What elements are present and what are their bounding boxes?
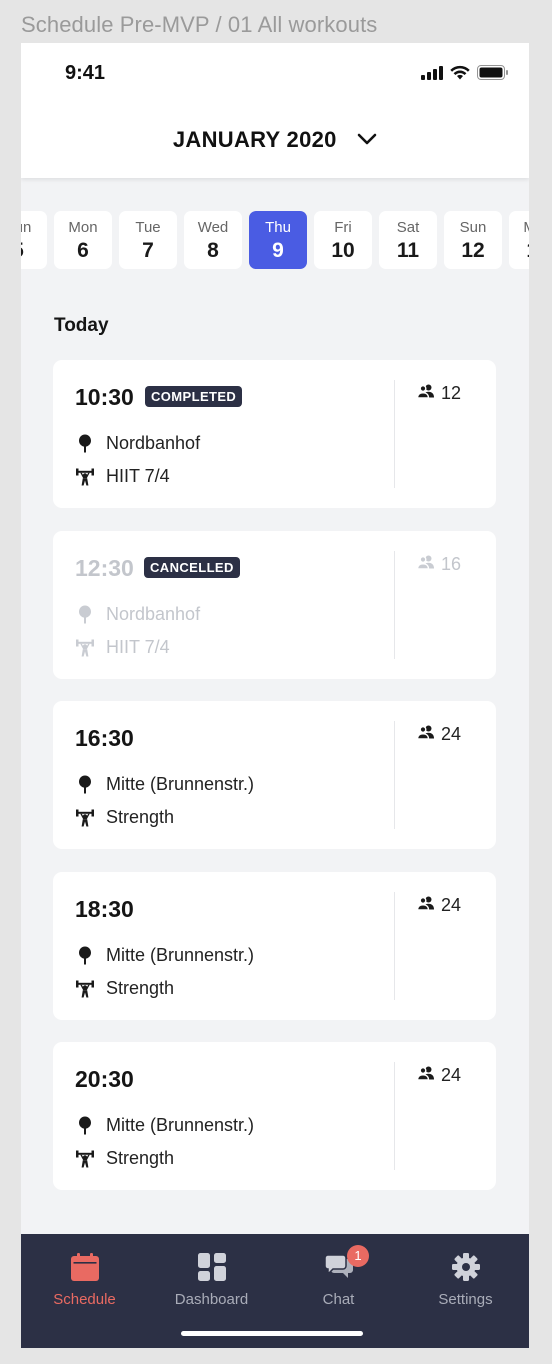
wifi-icon xyxy=(450,65,470,80)
day-item[interactable]: Mon 6 xyxy=(54,211,112,269)
workout-time: 18:30 xyxy=(75,896,134,922)
status-time: 9:41 xyxy=(65,62,106,84)
workout-time: 16:30 xyxy=(75,725,134,751)
day-item[interactable]: Mon 13 xyxy=(509,211,529,269)
phone-screen: 9:41 JANUARY 2020 n Mon 6 Tue 7 Wed 8 Th… xyxy=(21,43,529,1348)
people-icon xyxy=(416,555,435,575)
gear-icon xyxy=(451,1253,480,1281)
people-icon xyxy=(416,725,435,745)
day-item[interactable]: Sun 5 xyxy=(21,211,47,269)
day-item[interactable]: Wed 8 xyxy=(184,211,242,269)
attendee-count: 12 xyxy=(416,383,461,404)
top-bar: 9:41 JANUARY 2020 xyxy=(21,43,529,178)
tree-icon xyxy=(76,946,94,966)
day-date: 11 xyxy=(396,239,420,262)
workout-card[interactable]: 20:30 Mitte (Brunnenstr.) Strength 24 xyxy=(53,1042,496,1190)
day-name: Fri xyxy=(334,219,352,236)
day-item[interactable]: Sat 11 xyxy=(379,211,437,269)
weightlifter-icon xyxy=(76,808,94,828)
workout-location: Nordbanhof xyxy=(76,604,200,625)
workout-program: HIIT 7/4 xyxy=(76,466,170,487)
workout-card[interactable]: 10:30 COMPLETED Nordbanhof HIIT 7/4 12 xyxy=(53,360,496,508)
day-name: Sun xyxy=(21,219,32,236)
workout-location: Mitte (Brunnenstr.) xyxy=(76,945,254,966)
month-selector[interactable]: JANUARY 2020 xyxy=(21,127,529,153)
dashboard-icon xyxy=(197,1253,226,1281)
frame-title: Schedule Pre-MVP / 01 All workouts xyxy=(21,12,378,37)
home-indicator xyxy=(181,1331,363,1336)
status-badge-cancelled: CANCELLED xyxy=(144,557,240,578)
month-label: JANUARY 2020 xyxy=(172,127,337,152)
attendee-count: 24 xyxy=(416,724,461,745)
tab-dashboard[interactable]: Dashboard xyxy=(148,1252,275,1308)
day-date: 9 xyxy=(272,239,284,262)
workout-card[interactable]: 18:30 Mitte (Brunnenstr.) Strength 24 xyxy=(53,872,496,1020)
workout-card[interactable]: 16:30 Mitte (Brunnenstr.) Strength 24 xyxy=(53,701,496,849)
tab-schedule[interactable]: Schedule xyxy=(21,1252,148,1308)
weightlifter-icon xyxy=(76,638,94,658)
chevron-down-icon xyxy=(357,133,377,145)
card-divider xyxy=(394,551,395,659)
day-date: 7 xyxy=(142,239,154,262)
day-item[interactable]: Tue 7 xyxy=(119,211,177,269)
workout-location: Nordbanhof xyxy=(76,433,200,454)
status-icons xyxy=(421,65,509,80)
day-item-selected[interactable]: Thu 9 xyxy=(249,211,307,269)
tree-icon xyxy=(76,1116,94,1136)
signal-icon xyxy=(421,65,443,80)
day-date: 6 xyxy=(77,239,89,262)
people-icon xyxy=(416,896,435,916)
day-date: 5 xyxy=(21,240,47,262)
weightlifter-icon xyxy=(76,467,94,487)
day-name: Mon xyxy=(509,219,529,236)
tree-icon xyxy=(76,434,94,454)
tree-icon xyxy=(76,775,94,795)
day-date: 12 xyxy=(461,239,485,262)
tab-settings[interactable]: Settings xyxy=(402,1252,529,1308)
status-badge-completed: COMPLETED xyxy=(145,386,243,407)
day-name: Sun xyxy=(459,219,487,236)
section-label-today: Today xyxy=(54,315,109,336)
workout-program: HIIT 7/4 xyxy=(76,637,170,658)
day-name: Wed xyxy=(197,219,229,236)
workout-time: 20:30 xyxy=(75,1066,134,1092)
day-date: 10 xyxy=(331,239,355,262)
card-divider xyxy=(394,380,395,488)
workout-time: 12:30 xyxy=(75,555,134,581)
tab-chat[interactable]: 1 Chat xyxy=(275,1245,402,1308)
day-date: 13 xyxy=(509,240,529,262)
day-item[interactable]: Fri 10 xyxy=(314,211,372,269)
workout-program: Strength xyxy=(76,807,174,828)
calendar-icon xyxy=(70,1253,99,1281)
card-divider xyxy=(394,721,395,829)
day-strip[interactable]: Sun 5 Mon 6 Tue 7 Wed 8 Thu 9 Fri 10 Sat… xyxy=(21,211,529,271)
day-date: 8 xyxy=(207,239,219,262)
attendee-count: 24 xyxy=(416,895,461,916)
people-icon xyxy=(416,384,435,404)
weightlifter-icon xyxy=(76,979,94,999)
day-name: Tue xyxy=(135,219,161,236)
attendee-count: 24 xyxy=(416,1065,461,1086)
day-name: Thu xyxy=(265,219,291,236)
day-name: Sat xyxy=(396,219,420,236)
people-icon xyxy=(416,1066,435,1086)
workout-card-cancelled[interactable]: 12:30 CANCELLED Nordbanhof HIIT 7/4 16 xyxy=(53,531,496,679)
chat-unread-badge: 1 xyxy=(347,1245,369,1267)
day-name: Mon xyxy=(68,219,98,236)
workout-location: Mitte (Brunnenstr.) xyxy=(76,1115,254,1136)
workout-program: Strength xyxy=(76,1148,174,1169)
tab-bar: Schedule Dashboard 1 Chat Settings xyxy=(21,1234,529,1348)
workout-program: Strength xyxy=(76,978,174,999)
tree-icon xyxy=(76,605,94,625)
attendee-count: 16 xyxy=(416,554,461,575)
workout-location: Mitte (Brunnenstr.) xyxy=(76,774,254,795)
weightlifter-icon xyxy=(76,1149,94,1169)
battery-icon xyxy=(477,65,508,80)
day-item[interactable]: Sun 12 xyxy=(444,211,502,269)
workout-time: 10:30 xyxy=(75,384,134,410)
card-divider xyxy=(394,892,395,1000)
card-divider xyxy=(394,1062,395,1170)
